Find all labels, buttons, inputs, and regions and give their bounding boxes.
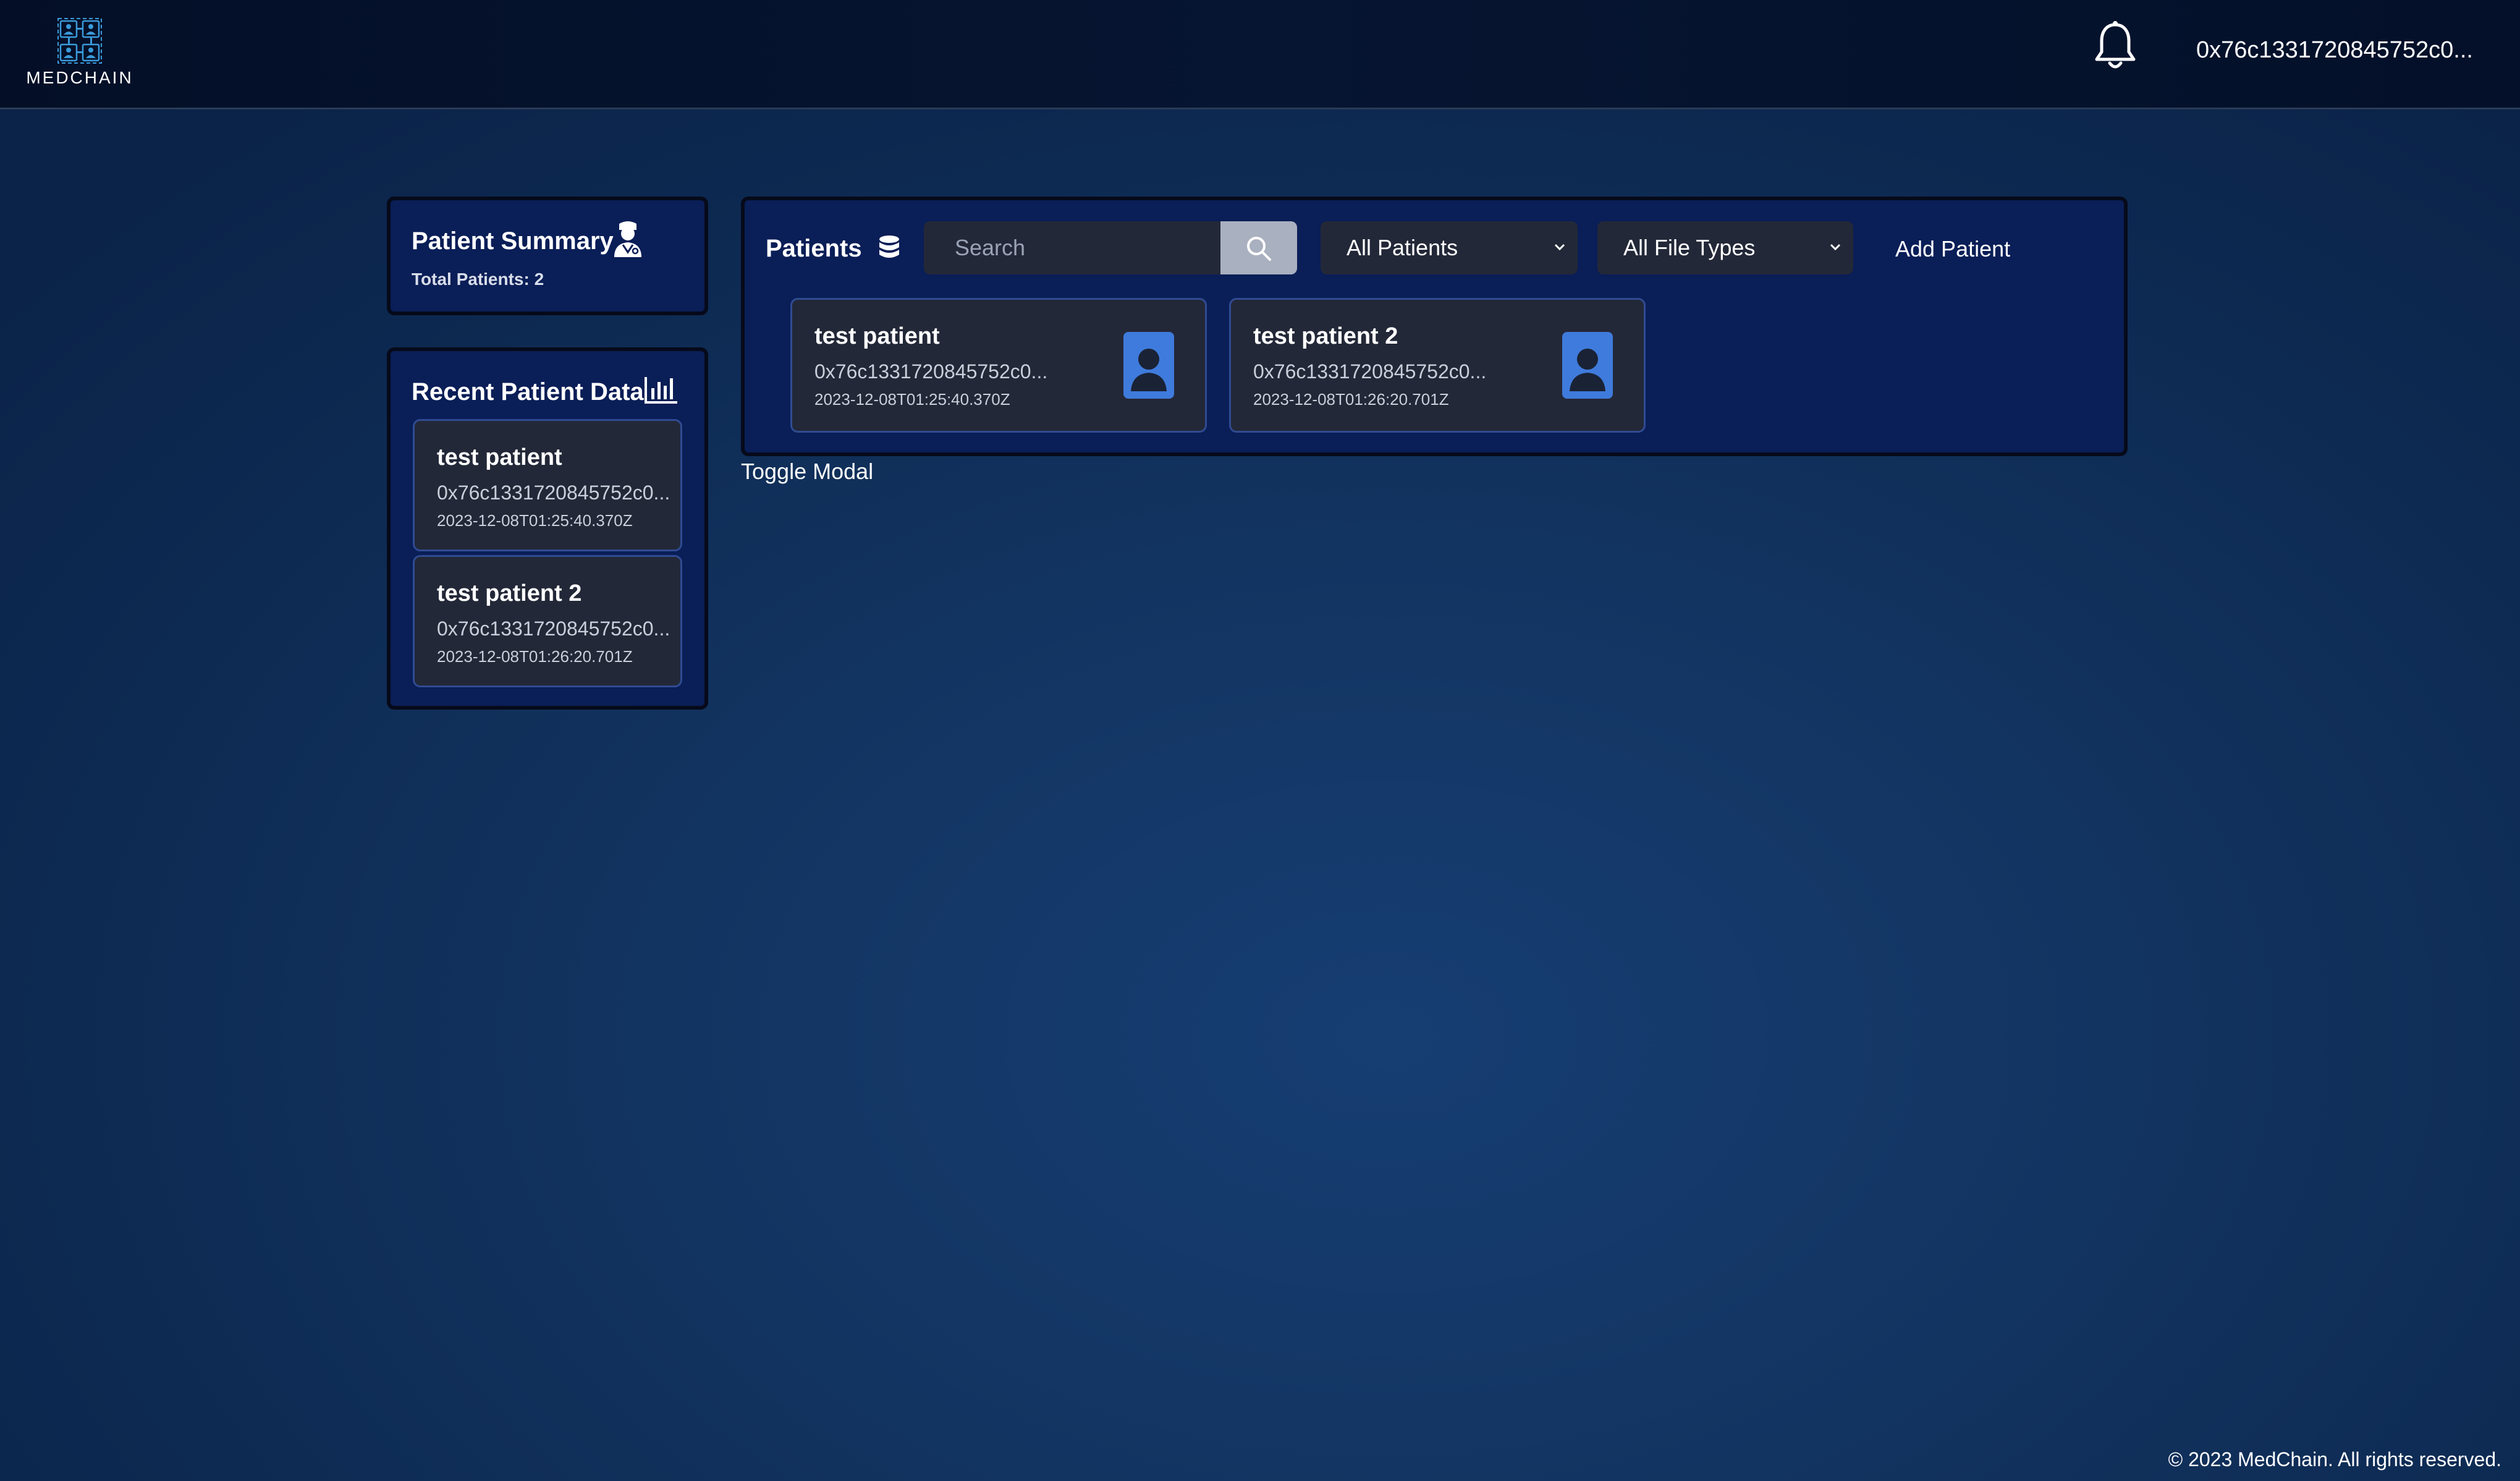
patient-date: 2023-12-08T01:26:20.701Z — [437, 647, 633, 666]
top-navigation-bar: MEDCHAIN 0x76c1331720845752c0... — [0, 0, 2520, 109]
footer-copyright: © 2023 MedChain. All rights reserved. — [2168, 1448, 2501, 1470]
file-type-filter-value: All File Types — [1623, 235, 1756, 260]
recent-patient-card[interactable]: test patient 2 0x76c1331720845752c0... 2… — [413, 555, 682, 687]
recent-patient-card[interactable]: test patient 0x76c1331720845752c0... 202… — [413, 419, 682, 551]
patient-avatar-icon — [1562, 332, 1613, 399]
database-icon — [879, 236, 899, 258]
patient-date: 2023-12-08T01:25:40.370Z — [437, 511, 633, 530]
file-type-filter-select[interactable]: All File Types — [1597, 221, 1853, 274]
patient-address: 0x76c1331720845752c0... — [814, 360, 1048, 383]
patient-date: 2023-12-08T01:26:20.701Z — [1253, 390, 1449, 409]
patient-address: 0x76c1331720845752c0... — [1253, 360, 1487, 383]
patient-date: 2023-12-08T01:25:40.370Z — [814, 390, 1010, 409]
patient-summary-title: Patient Summary — [412, 227, 614, 255]
patient-name: test patient 2 — [1253, 323, 1398, 349]
notification-bell-icon[interactable] — [2092, 21, 2138, 72]
wallet-address[interactable]: 0x76c1331720845752c0... — [2196, 37, 2473, 64]
recent-patient-data-title: Recent Patient Data — [412, 378, 644, 405]
patient-name: test patient — [814, 323, 940, 349]
chevron-down-icon — [1554, 244, 1565, 251]
bar-chart-icon — [645, 377, 677, 404]
medchain-logo[interactable]: MEDCHAIN — [22, 17, 137, 90]
add-patient-button[interactable]: Add Patient — [1895, 236, 2010, 262]
patient-filter-select[interactable]: All Patients — [1321, 221, 1578, 274]
patient-card[interactable]: test patient 0x76c1331720845752c0... 202… — [790, 298, 1207, 433]
patient-address: 0x76c1331720845752c0... — [437, 617, 670, 640]
patient-summary-panel: Patient Summary Total Patients: 2 — [387, 197, 708, 315]
search-icon — [1247, 237, 1271, 261]
total-patients-label: Total Patients: 2 — [412, 269, 544, 289]
logo-text: MEDCHAIN — [26, 68, 133, 87]
patient-card[interactable]: test patient 2 0x76c1331720845752c0... 2… — [1229, 298, 1646, 433]
patient-avatar-icon — [1123, 332, 1174, 399]
patient-address: 0x76c1331720845752c0... — [437, 482, 670, 504]
patient-filter-value: All Patients — [1347, 235, 1458, 260]
medchain-logo-icon — [57, 18, 102, 64]
patients-panel: Patients All Patients All File Types Add… — [741, 197, 2128, 456]
search-button[interactable] — [1220, 221, 1297, 274]
search-input[interactable] — [924, 221, 1220, 274]
patient-name: test patient 2 — [437, 580, 582, 606]
toggle-modal-button[interactable]: Toggle Modal — [741, 459, 873, 485]
patient-name: test patient — [437, 444, 562, 470]
chevron-down-icon — [1830, 244, 1841, 251]
recent-patient-data-panel: Recent Patient Data test patient 0x76c13… — [387, 347, 708, 710]
doctor-icon — [614, 221, 641, 257]
patients-title: Patients — [766, 235, 862, 262]
